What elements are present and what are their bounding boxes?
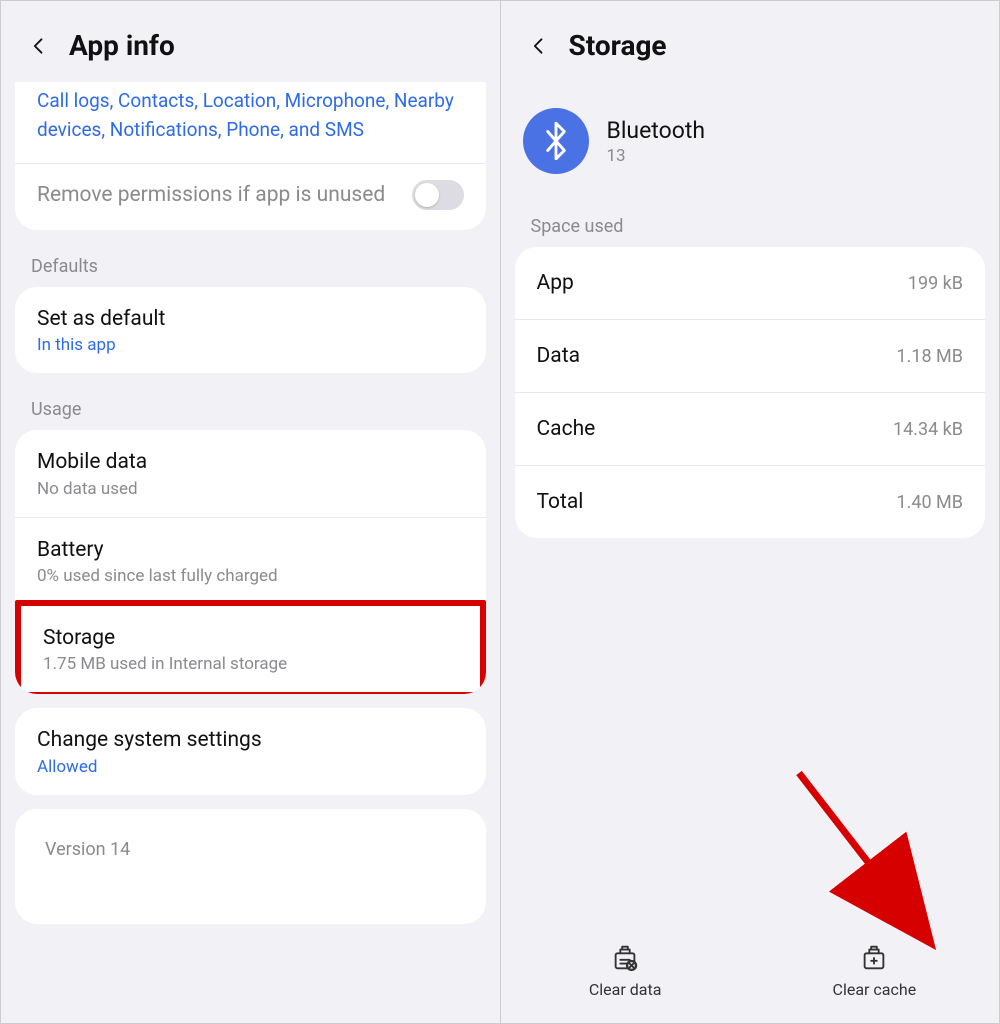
space-used-label: Space used bbox=[501, 204, 1000, 247]
change-system-settings-row[interactable]: Change system settings Allowed bbox=[15, 708, 486, 794]
remove-permissions-toggle[interactable] bbox=[412, 180, 464, 210]
permissions-card: Call logs, Contacts, Location, Microphon… bbox=[15, 82, 486, 230]
page-title: Storage bbox=[569, 29, 667, 62]
app-version: 13 bbox=[607, 146, 706, 166]
defaults-card: Set as default In this app bbox=[15, 287, 486, 373]
data-size-row: Data 1.18 MB bbox=[515, 319, 986, 392]
version-card: Version 14 bbox=[15, 809, 486, 924]
bluetooth-icon bbox=[523, 108, 589, 174]
bottom-actions: Clear data Clear cache bbox=[501, 922, 1000, 1023]
remove-permissions-label: Remove permissions if app is unused bbox=[37, 181, 412, 209]
clear-data-icon bbox=[610, 942, 640, 972]
storage-row-highlight: Storage 1.75 MB used in Internal storage bbox=[15, 600, 486, 694]
back-button[interactable] bbox=[25, 32, 53, 60]
clear-cache-icon bbox=[859, 942, 889, 972]
clear-data-button[interactable]: Clear data bbox=[501, 942, 750, 999]
permissions-list[interactable]: Call logs, Contacts, Location, Microphon… bbox=[15, 82, 486, 163]
total-size-row: Total 1.40 MB bbox=[515, 465, 986, 538]
clear-data-label: Clear data bbox=[589, 980, 662, 999]
defaults-section-label: Defaults bbox=[1, 244, 500, 287]
chevron-left-icon bbox=[29, 36, 49, 56]
set-as-default-row[interactable]: Set as default In this app bbox=[15, 287, 486, 373]
app-info-screen: App info Call logs, Contacts, Location, … bbox=[1, 1, 501, 1023]
clear-cache-label: Clear cache bbox=[833, 980, 917, 999]
space-used-card: App 199 kB Data 1.18 MB Cache 14.34 kB T… bbox=[515, 247, 986, 538]
app-info-header: App info bbox=[1, 1, 500, 82]
storage-header: Storage bbox=[501, 1, 1000, 82]
remove-permissions-row[interactable]: Remove permissions if app is unused bbox=[15, 164, 486, 230]
usage-card: Mobile data No data used Battery 0% used… bbox=[15, 430, 486, 694]
cache-size-row: Cache 14.34 kB bbox=[515, 392, 986, 465]
system-settings-card: Change system settings Allowed bbox=[15, 708, 486, 794]
app-name: Bluetooth bbox=[607, 117, 706, 144]
usage-section-label: Usage bbox=[1, 387, 500, 430]
version-text: Version 14 bbox=[15, 809, 486, 864]
clear-cache-button[interactable]: Clear cache bbox=[750, 942, 999, 999]
page-title: App info bbox=[69, 29, 175, 62]
chevron-left-icon bbox=[529, 36, 549, 56]
back-button[interactable] bbox=[525, 32, 553, 60]
app-header: Bluetooth 13 bbox=[501, 82, 1000, 204]
app-size-row: App 199 kB bbox=[515, 247, 986, 319]
storage-row[interactable]: Storage 1.75 MB used in Internal storage bbox=[21, 606, 480, 692]
storage-screen: Storage Bluetooth 13 Space used App 199 … bbox=[501, 1, 1000, 1023]
battery-row[interactable]: Battery 0% used since last fully charged bbox=[15, 517, 486, 604]
mobile-data-row[interactable]: Mobile data No data used bbox=[15, 430, 486, 516]
